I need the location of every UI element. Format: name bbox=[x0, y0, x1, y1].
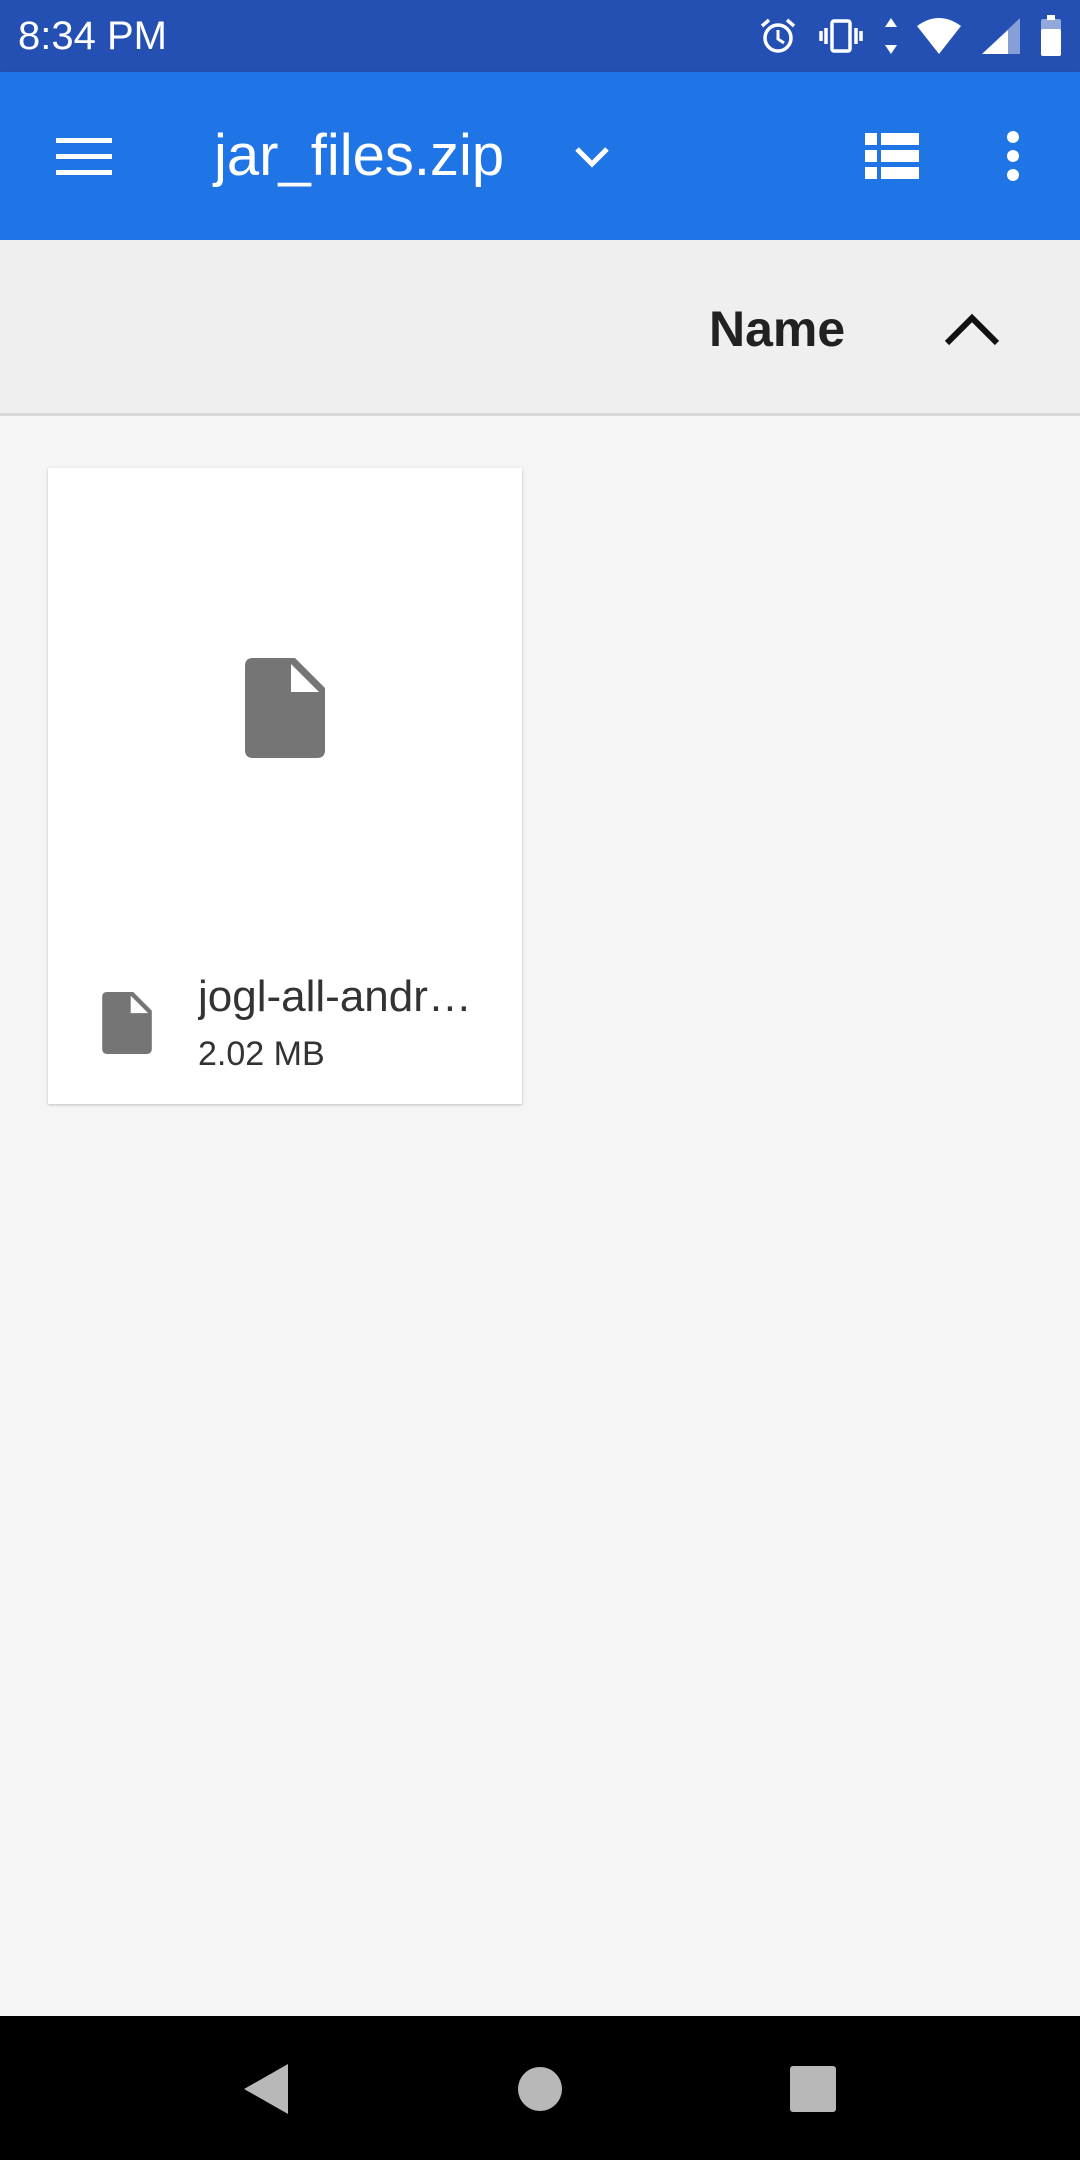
file-type-icon bbox=[102, 992, 152, 1054]
sort-bar: Name bbox=[0, 240, 1080, 416]
sort-direction-button[interactable] bbox=[936, 296, 1008, 362]
title-dropdown-button[interactable] bbox=[565, 130, 619, 184]
file-thumbnail bbox=[48, 468, 522, 948]
file-card[interactable]: jogl-all-andr… 2.02 MB bbox=[48, 468, 522, 1104]
menu-icon bbox=[56, 138, 112, 175]
more-options-button[interactable] bbox=[980, 116, 1046, 196]
chevron-down-icon bbox=[575, 147, 609, 168]
list-view-button[interactable] bbox=[852, 116, 932, 196]
home-icon[interactable] bbox=[513, 2062, 567, 2116]
file-icon bbox=[245, 658, 325, 758]
signal-icon bbox=[982, 18, 1020, 54]
sort-by-name-button[interactable]: Name bbox=[709, 300, 845, 358]
more-vert-icon bbox=[1007, 131, 1019, 181]
alarm-icon bbox=[760, 18, 796, 53]
battery-icon bbox=[1041, 15, 1061, 56]
file-size: 2.02 MB bbox=[198, 1035, 325, 1073]
file-name: jogl-all-andr… bbox=[198, 972, 472, 1021]
archive-title[interactable]: jar_files.zip bbox=[214, 122, 504, 190]
back-icon[interactable] bbox=[240, 2062, 294, 2116]
vibrate-icon bbox=[819, 19, 863, 53]
menu-button[interactable] bbox=[42, 116, 126, 196]
app-bar: jar_files.zip bbox=[0, 72, 1080, 240]
chevron-up-icon bbox=[944, 313, 1000, 346]
data-arrows-icon bbox=[885, 18, 897, 54]
status-bar: 8:34 PM bbox=[0, 0, 1080, 72]
wifi-icon bbox=[917, 18, 961, 54]
list-view-icon bbox=[865, 133, 919, 179]
navigation-bar bbox=[0, 2016, 1080, 2160]
recents-icon[interactable] bbox=[786, 2062, 840, 2116]
status-icons bbox=[758, 14, 1062, 58]
status-time: 8:34 PM bbox=[18, 14, 167, 58]
